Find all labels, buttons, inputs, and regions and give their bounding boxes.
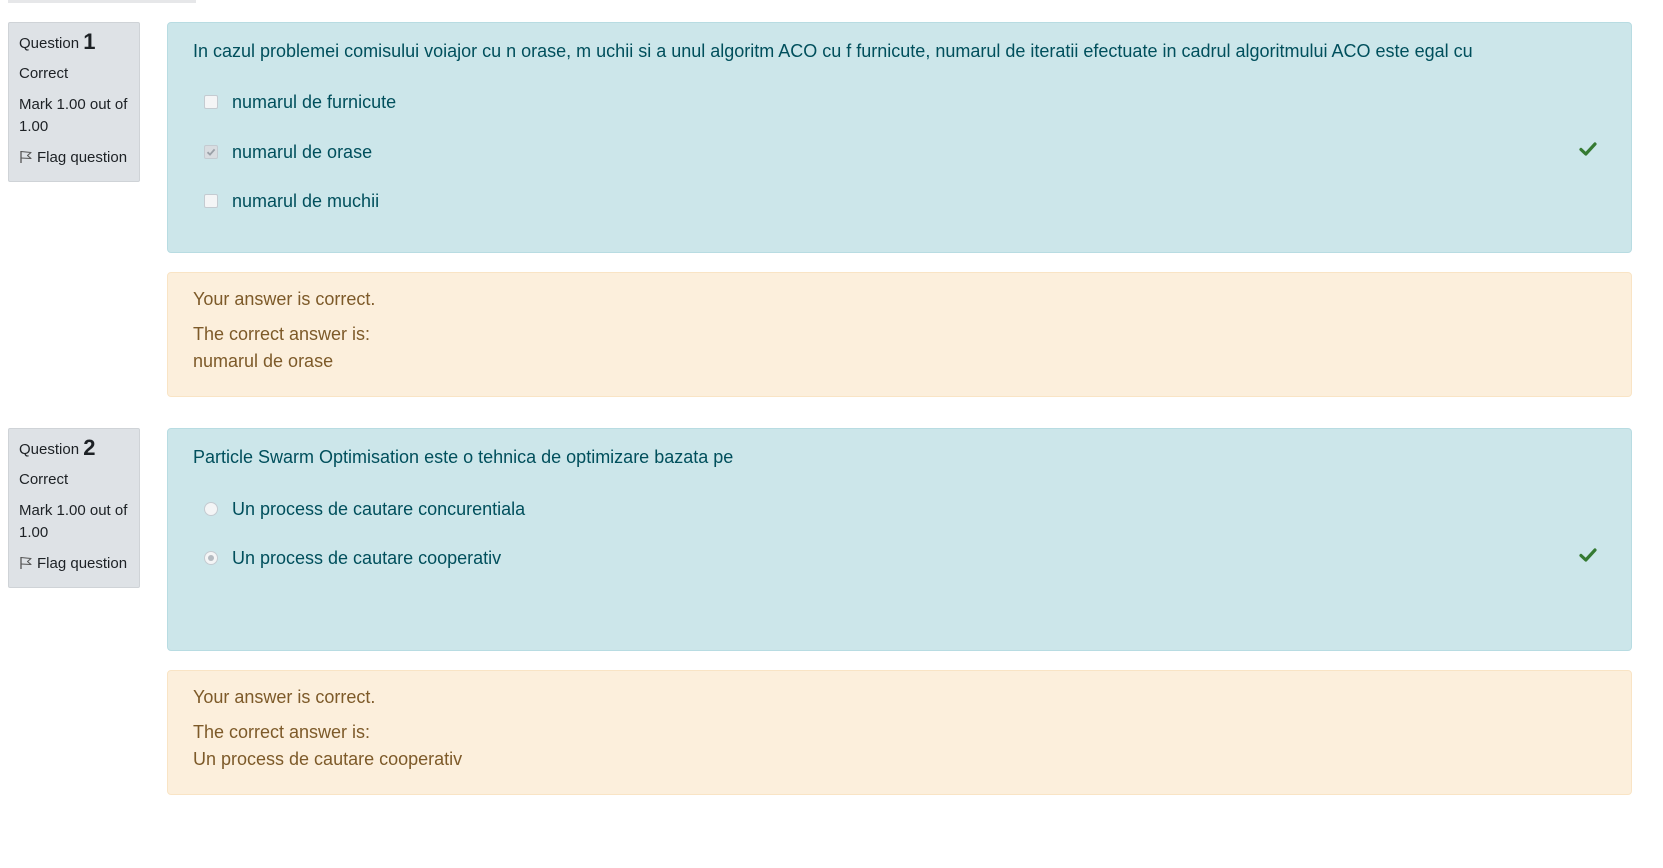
question-state: Correct (19, 65, 69, 82)
question-formulation: Particle Swarm Optimisation este o tehni… (167, 428, 1632, 651)
answer-checkbox[interactable] (204, 194, 218, 208)
flag-question-label: Flag question (37, 555, 128, 572)
answer-checkbox[interactable] (204, 95, 218, 109)
flag-question-label: Flag question (37, 149, 128, 166)
checkmark-icon (206, 148, 216, 156)
answer-checkbox[interactable] (204, 145, 218, 159)
question-text: In cazul problemei comisului voiajor cu … (193, 41, 1473, 61)
question-text: Particle Swarm Optimisation este o tehni… (193, 447, 734, 467)
question-state: Correct (19, 471, 69, 488)
answer-label: numarul de muchii (232, 191, 380, 211)
question-info-panel: Question 2 Correct Mark 1.00 out of 1.00… (8, 428, 140, 588)
top-divider (8, 0, 196, 3)
feedback-panel: Your answer is correct. The correct answ… (167, 272, 1632, 397)
question-label: Question (19, 35, 80, 52)
check-icon (1579, 548, 1597, 562)
answer-radio[interactable] (204, 551, 218, 565)
question-label: Question (19, 441, 80, 458)
right-answer-label: The correct answer is: (193, 324, 371, 344)
answer-label: numarul de furnicute (232, 92, 397, 112)
answer-label: Un process de cautare cooperativ (232, 548, 502, 568)
right-answer: Un process de cautare cooperativ (193, 749, 463, 769)
answer-radio[interactable] (204, 502, 218, 516)
question-number: 1 (83, 29, 96, 54)
question-formulation: In cazul problemei comisului voiajor cu … (167, 22, 1632, 253)
flag-icon (20, 150, 32, 163)
flag-question-link[interactable]: Flag question (19, 147, 129, 169)
question-grade: Mark 1.00 out of 1.00 (19, 502, 128, 541)
right-answer: numarul de orase (193, 351, 334, 371)
question-info-panel: Question 1 Correct Mark 1.00 out of 1.00… (8, 22, 140, 182)
question-grade: Mark 1.00 out of 1.00 (19, 96, 128, 135)
flag-question-link[interactable]: Flag question (19, 553, 129, 575)
right-answer-label: The correct answer is: (193, 722, 371, 742)
check-icon (1579, 142, 1597, 156)
question-number: 2 (83, 435, 96, 460)
feedback-panel: Your answer is correct. The correct answ… (167, 670, 1632, 795)
flag-icon (20, 556, 32, 569)
answer-label: numarul de orase (232, 142, 373, 162)
feedback-status: Your answer is correct. (193, 289, 376, 309)
answer-label: Un process de cautare concurentiala (232, 499, 526, 519)
feedback-status: Your answer is correct. (193, 687, 376, 707)
